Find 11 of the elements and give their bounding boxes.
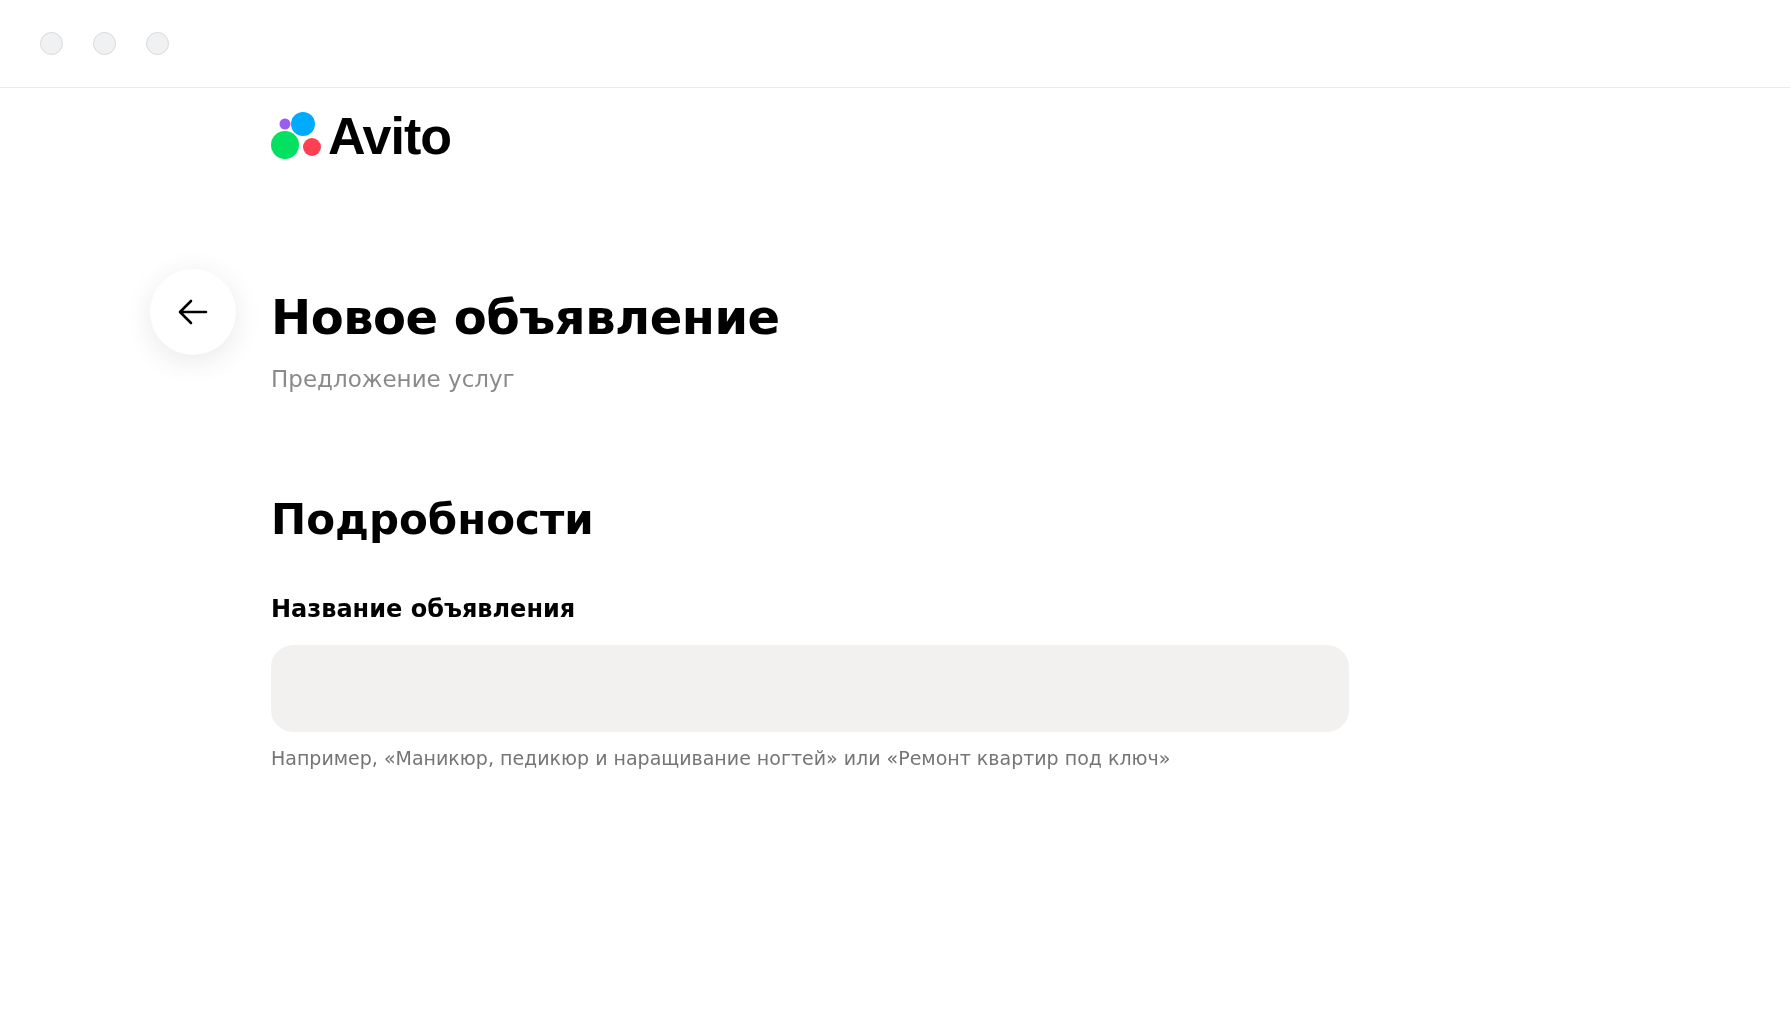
back-arrow-icon bbox=[178, 299, 208, 325]
page-subtitle: Предложение услуг bbox=[271, 365, 516, 392]
window-control[interactable] bbox=[146, 32, 169, 55]
field-label: Название объявления bbox=[271, 595, 577, 623]
logo-icon bbox=[271, 112, 323, 160]
section-title: Подробности bbox=[271, 496, 595, 543]
field-hint: Например, «Маникюр, педикюр и наращивание ногтей» или «Ремонт квартир под ключ» bbox=[271, 747, 1172, 769]
window-control[interactable] bbox=[93, 32, 116, 55]
page-title: Новое объявление bbox=[271, 291, 780, 344]
logo-text: Avito bbox=[328, 110, 452, 162]
window-control[interactable] bbox=[40, 32, 63, 55]
